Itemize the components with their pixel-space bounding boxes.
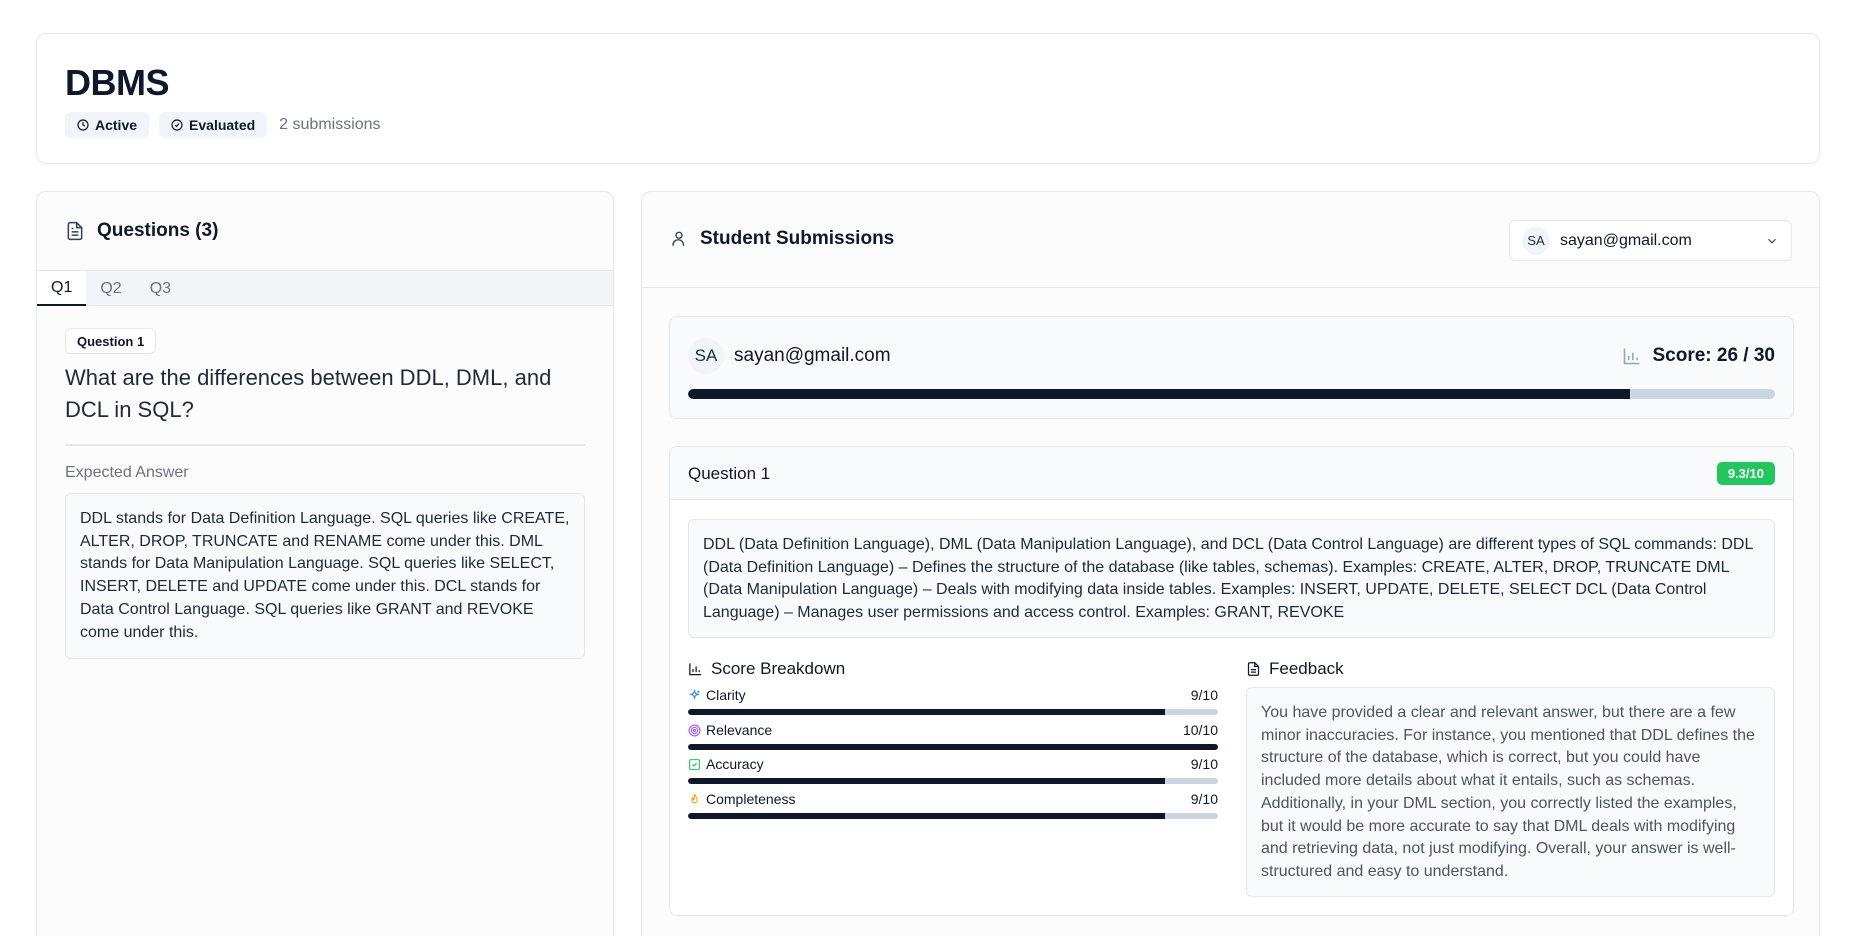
metric-fill [688, 813, 1165, 819]
avatar: SA [1522, 226, 1550, 255]
feedback-title: Feedback [1269, 659, 1344, 678]
sparkles-icon [689, 688, 700, 700]
score-breakdown-title: Score Breakdown [711, 659, 846, 678]
check-square-icon [689, 758, 700, 770]
question-tabs: Q1 Q2 Q3 [37, 270, 613, 306]
metric-clarity-label-group: Clarity [688, 687, 746, 703]
page-title: DBMS [65, 62, 170, 103]
student-email: sayan@gmail.com [734, 345, 891, 366]
metric-accuracy-label-group: Accuracy [688, 756, 764, 772]
metric-accuracy: Accuracy 9/10 [688, 756, 1218, 788]
selected-student-email: sayan@gmail.com [1560, 231, 1692, 249]
feedback-text: You have provided a clear and relevant a… [1246, 687, 1775, 897]
submissions-panel: Student Submissions SA sayan@gmail.com S… [641, 191, 1820, 936]
metric-bar [688, 744, 1218, 750]
metric-label: Clarity [706, 687, 746, 703]
user-icon [672, 231, 685, 246]
metric-completeness-label-group: Completeness [688, 791, 796, 807]
metric-fill [688, 744, 1218, 750]
file-text-icon [67, 221, 83, 241]
student-score-card: SA sayan@gmail.com Score: 26 / 30 [669, 316, 1794, 419]
metric-relevance-label-group: Relevance [688, 722, 772, 738]
status-row: Active Evaluated 2 submissions [65, 112, 381, 138]
score-breakdown-title-group: Score Breakdown [688, 659, 845, 679]
metric-completeness: Completeness 9/10 [688, 791, 1218, 823]
metric-value: 10/10 [1182, 722, 1218, 738]
status-badge-active: Active [65, 112, 150, 138]
metric-fill [688, 709, 1165, 715]
total-score-label: Score: 26 / 30 [1652, 345, 1775, 366]
file-text-icon [1247, 662, 1260, 676]
status-evaluated-label: Evaluated [189, 117, 256, 133]
metric-bar [688, 709, 1218, 715]
status-badge-evaluated: Evaluated [159, 112, 268, 138]
submissions-header: Student Submissions SA sayan@gmail.com [642, 192, 1819, 288]
total-score-bar [688, 389, 1775, 399]
tab-q1[interactable]: Q1 [37, 271, 87, 306]
check-circle-icon [171, 119, 183, 131]
questions-header: Questions (3) [37, 192, 613, 270]
total-score: Score: 26 / 30 [1622, 345, 1775, 367]
avatar: SA [688, 338, 724, 374]
question-result-label: Question 1 [688, 464, 771, 483]
metric-value: 9/10 [1190, 687, 1218, 703]
question-score-badge: 9.3/10 [1716, 462, 1775, 485]
metric-fill [688, 778, 1165, 784]
assignment-header: DBMS Active Evaluated 2 submissions [36, 33, 1820, 164]
metric-value: 9/10 [1190, 756, 1218, 772]
questions-panel: Questions (3) Q1 Q2 Q3 Question 1 What a… [36, 191, 614, 936]
metric-bar [688, 778, 1218, 784]
student-answer-text: DDL (Data Definition Language), DML (Dat… [688, 519, 1775, 638]
metric-label: Completeness [706, 791, 796, 807]
student-select[interactable]: SA sayan@gmail.com [1509, 220, 1792, 261]
expected-answer-label: Expected Answer [65, 464, 189, 481]
clock-icon [77, 119, 89, 131]
metric-label: Accuracy [706, 756, 764, 772]
tab-q2[interactable]: Q2 [86, 271, 135, 306]
bar-chart-icon [1624, 348, 1640, 365]
feedback-title-group: Feedback [1246, 659, 1344, 679]
question-number-badge: Question 1 [65, 328, 157, 354]
tab-q3[interactable]: Q3 [136, 271, 185, 306]
submission-count: 2 submissions [279, 116, 381, 133]
metric-relevance: Relevance 10/10 [688, 722, 1218, 754]
flame-icon [691, 793, 698, 803]
question-result-header: Question 1 9.3/10 [670, 447, 1793, 500]
metric-label: Relevance [706, 722, 773, 738]
expected-answer-text: DDL stands for Data Definition Language.… [65, 493, 585, 659]
metric-value: 9/10 [1190, 791, 1218, 807]
target-icon [688, 724, 701, 736]
status-active-label: Active [95, 117, 138, 133]
metric-clarity: Clarity 9/10 [688, 687, 1218, 719]
metric-bar [688, 813, 1218, 819]
question-result-card: Question 1 9.3/10 DDL (Data Definition L… [669, 446, 1794, 916]
questions-title: Questions (3) [97, 220, 219, 241]
chevron-down-icon [1768, 238, 1776, 244]
submissions-title: Student Submissions [700, 228, 895, 249]
total-score-fill [688, 389, 1631, 399]
bar-chart-icon [689, 663, 702, 676]
question-text: What are the differences between DDL, DM… [65, 362, 585, 446]
submissions-title-group: Student Submissions [670, 228, 894, 250]
